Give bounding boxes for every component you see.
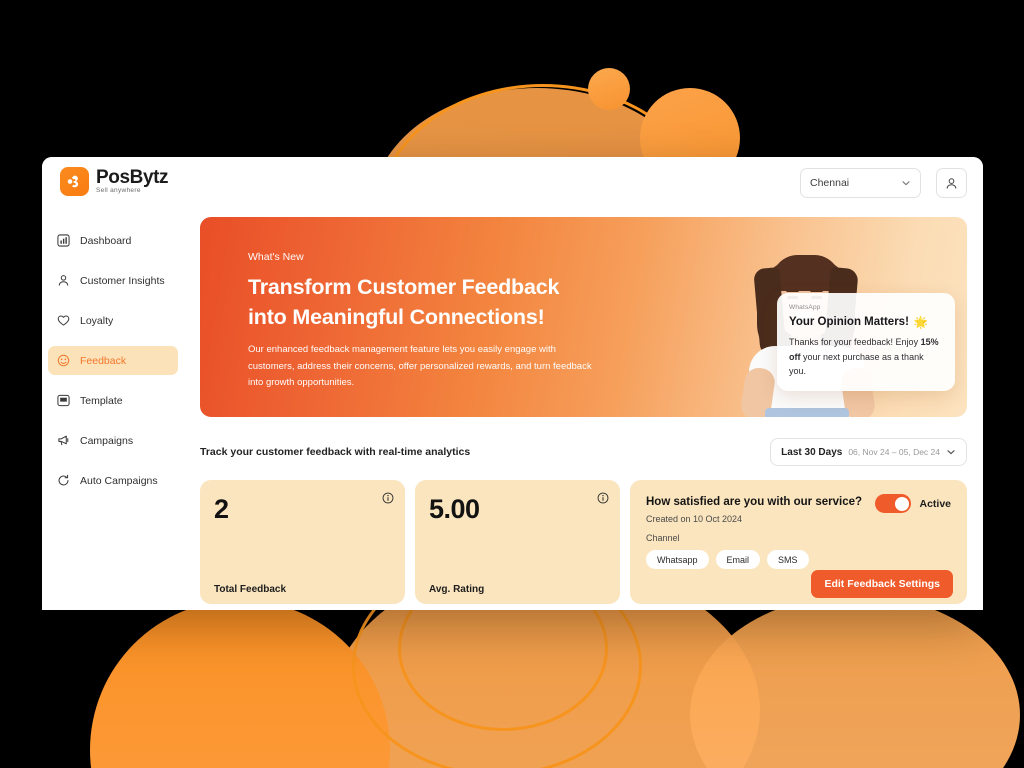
sidebar-item-label: Dashboard bbox=[80, 234, 132, 247]
whatsapp-card-title: Your Opinion Matters! 🌟 bbox=[789, 315, 943, 329]
sidebar-item-template[interactable]: Template bbox=[48, 386, 178, 415]
star-emoji-icon: 🌟 bbox=[913, 317, 929, 330]
smiley-face-icon bbox=[56, 354, 70, 368]
promo-title-line-2: into Meaningful Connections! bbox=[248, 304, 545, 329]
sidebar-item-label: Campaigns bbox=[80, 434, 134, 447]
whatsapp-message-card: WhatsApp Your Opinion Matters! 🌟 Thanks … bbox=[777, 293, 955, 391]
user-icon bbox=[946, 177, 957, 189]
heart-icon bbox=[56, 314, 70, 328]
sidebar-item-campaigns[interactable]: Campaigns bbox=[48, 426, 178, 455]
chevron-down-icon bbox=[947, 450, 955, 455]
date-range-value: 06, Nov 24 – 05, Dec 24 bbox=[848, 447, 940, 457]
stat-card-total-feedback: 2 Total Feedback bbox=[200, 480, 405, 604]
promo-banner: What's New Transform Customer Feedback i… bbox=[200, 217, 967, 417]
info-icon[interactable] bbox=[382, 491, 394, 509]
whatsapp-body-before: Thanks for your feedback! Enjoy bbox=[789, 337, 921, 348]
app-window: PosBytz Sell anywhere Chennai Dashboard … bbox=[42, 157, 983, 610]
stats-row: 2 Total Feedback 5.00 Avg. Rating How sa… bbox=[200, 480, 967, 604]
channel-chip-list: Whatsapp Email SMS bbox=[646, 550, 951, 569]
status-badge: Active bbox=[919, 497, 951, 510]
date-range-picker[interactable]: Last 30 Days 06, Nov 24 – 05, Dec 24 bbox=[770, 438, 967, 466]
brand-name: PosBytz bbox=[96, 167, 169, 189]
whatsapp-card-body: Thanks for your feedback! Enjoy 15% off … bbox=[789, 335, 943, 379]
info-icon[interactable] bbox=[597, 491, 609, 509]
promo-description: Our enhanced feedback management feature… bbox=[248, 344, 592, 388]
whatsapp-body-after: your next purchase as a thank you. bbox=[789, 351, 924, 377]
stat-card-avg-rating: 5.00 Avg. Rating bbox=[415, 480, 620, 604]
location-selector-value: Chennai bbox=[810, 177, 850, 189]
sidebar-item-label: Template bbox=[80, 394, 123, 407]
app-header: PosBytz Sell anywhere Chennai bbox=[42, 157, 983, 210]
user-icon bbox=[56, 274, 70, 288]
refresh-icon bbox=[56, 474, 70, 488]
sidebar-item-loyalty[interactable]: Loyalty bbox=[48, 306, 178, 335]
main-content: What's New Transform Customer Feedback i… bbox=[184, 210, 983, 610]
illustration-jeans bbox=[765, 408, 849, 417]
survey-created-date: Created on 10 Oct 2024 bbox=[646, 514, 743, 524]
stat-label: Avg. Rating bbox=[429, 584, 485, 595]
location-selector[interactable]: Chennai bbox=[800, 168, 921, 198]
stat-value: 2 bbox=[214, 494, 229, 524]
channel-label: Channel bbox=[646, 533, 680, 543]
background-blob-top-small bbox=[588, 68, 630, 110]
promo-eyebrow: What's New bbox=[248, 251, 304, 263]
channel-chip-whatsapp[interactable]: Whatsapp bbox=[646, 550, 709, 569]
analytics-header-row: Track your customer feedback with real-t… bbox=[200, 438, 967, 466]
date-range-label: Last 30 Days bbox=[781, 446, 843, 458]
megaphone-icon bbox=[56, 434, 70, 448]
stat-label: Total Feedback bbox=[214, 584, 287, 595]
template-icon bbox=[56, 394, 70, 408]
stat-value: 5.00 bbox=[429, 494, 480, 524]
posbytz-logo-icon bbox=[60, 167, 89, 196]
chart-bar-icon bbox=[56, 234, 70, 248]
sidebar-item-feedback[interactable]: Feedback bbox=[48, 346, 178, 375]
brand-tagline: Sell anywhere bbox=[96, 187, 141, 195]
screenshot-canvas: PosBytz Sell anywhere Chennai Dashboard … bbox=[0, 0, 1024, 768]
profile-button[interactable] bbox=[936, 168, 967, 198]
sidebar-item-label: Loyalty bbox=[80, 314, 114, 327]
channel-chip-sms[interactable]: SMS bbox=[767, 550, 809, 569]
sidebar-item-label: Auto Campaigns bbox=[80, 474, 158, 487]
promo-title: Transform Customer Feedback into Meaning… bbox=[248, 273, 648, 332]
sidebar-item-label: Feedback bbox=[80, 354, 127, 367]
survey-summary-card: How satisfied are you with our service? … bbox=[630, 480, 967, 604]
whatsapp-app-label: WhatsApp bbox=[789, 304, 821, 312]
survey-status: Active bbox=[875, 494, 951, 513]
channel-chip-email[interactable]: Email bbox=[715, 550, 761, 569]
analytics-title: Track your customer feedback with real-t… bbox=[200, 446, 471, 458]
sidebar-item-customer-insights[interactable]: Customer Insights bbox=[48, 266, 178, 295]
whatsapp-card-title-text: Your Opinion Matters! bbox=[789, 316, 909, 329]
edit-feedback-settings-button[interactable]: Edit Feedback Settings bbox=[811, 570, 953, 598]
sidebar-navigation: Dashboard Customer Insights Loyalty Feed… bbox=[42, 210, 184, 610]
sidebar-item-dashboard[interactable]: Dashboard bbox=[48, 226, 178, 255]
brand-logo[interactable]: PosBytz Sell anywhere bbox=[60, 167, 169, 196]
promo-title-line-1: Transform Customer Feedback bbox=[248, 275, 560, 299]
background-blob-bottom-right bbox=[690, 595, 1020, 768]
chevron-down-icon bbox=[902, 181, 910, 186]
sidebar-item-auto-campaigns[interactable]: Auto Campaigns bbox=[48, 466, 178, 495]
toggle-knob bbox=[894, 496, 909, 511]
brand-text: PosBytz Sell anywhere bbox=[96, 167, 169, 195]
active-toggle-switch[interactable] bbox=[875, 494, 912, 513]
sidebar-item-label: Customer Insights bbox=[80, 274, 165, 287]
background-blob-bottom-left bbox=[90, 600, 390, 768]
promo-banner-copy: What's New Transform Customer Feedback i… bbox=[248, 251, 648, 391]
